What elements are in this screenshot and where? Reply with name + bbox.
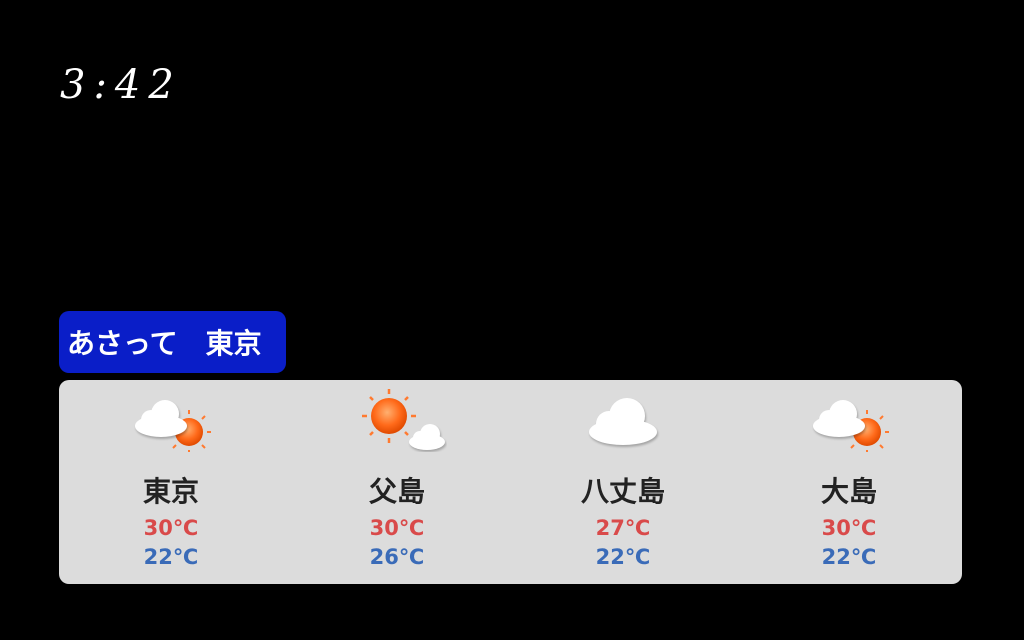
city-name: 大島 [820,475,877,508]
high-temp: 30℃ [821,516,877,540]
forecast-item: 東京 30℃ 22℃ [61,380,281,584]
forecast-header: あさって 東京 [59,311,286,373]
low-temp: 26℃ [369,545,425,569]
tv-weather-screen: 3:42 あさって 東京 東京 30℃ 22℃ 父島 30℃ 26℃ 八丈島 2… [0,0,1024,640]
cloudy-then-sunny-icon [121,388,221,454]
low-temp: 22℃ [821,545,877,569]
low-temp: 22℃ [595,545,651,569]
high-temp: 27℃ [595,516,651,540]
city-name: 東京 [142,475,199,508]
forecast-item: 大島 30℃ 22℃ [739,380,959,584]
forecast-panel: 東京 30℃ 22℃ 父島 30℃ 26℃ 八丈島 27℃ 22℃ 大島 30℃… [59,380,962,584]
low-temp: 22℃ [143,545,199,569]
cloudy-then-sunny-icon [799,388,899,454]
high-temp: 30℃ [369,516,425,540]
high-temp: 30℃ [143,516,199,540]
forecast-item: 八丈島 27℃ 22℃ [513,380,733,584]
clock: 3:42 [60,62,182,108]
forecast-item: 父島 30℃ 26℃ [287,380,507,584]
city-name: 父島 [368,475,425,508]
sunny-then-cloudy-icon [347,388,447,452]
city-name: 八丈島 [580,475,665,508]
cloudy-icon [573,388,673,452]
